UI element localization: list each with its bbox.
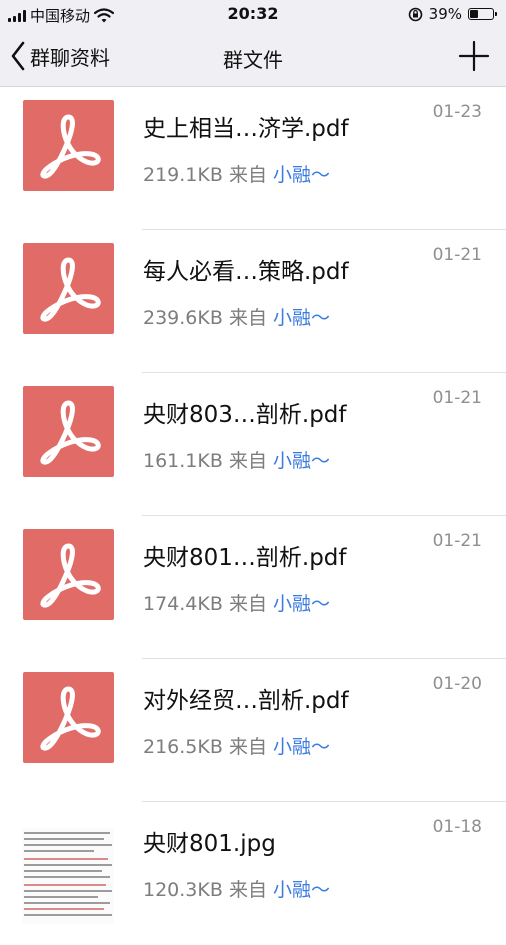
file-meta: 216.5KB 来自 小融～ xyxy=(143,732,330,759)
file-row[interactable]: 每人必看…策略.pdf 239.6KB 来自 小融～ 01-21 xyxy=(0,230,506,373)
from-label: 来自 xyxy=(228,164,267,186)
file-meta: 161.1KB 来自 小融～ xyxy=(143,446,330,473)
file-name: 央财801.jpg xyxy=(143,831,276,857)
file-name: 央财801…剖析.pdf xyxy=(143,545,347,571)
status-bar: 中国移动 20:32 39% xyxy=(0,0,506,28)
file-size: 161.1KB xyxy=(143,450,223,472)
file-name: 央财803…剖析.pdf xyxy=(143,402,347,428)
sender-link[interactable]: 小融～ xyxy=(273,450,330,472)
acrobat-pdf-icon xyxy=(23,100,114,191)
file-meta: 174.4KB 来自 小融～ xyxy=(143,589,330,616)
file-name: 史上相当…济学.pdf xyxy=(143,116,349,142)
acrobat-pdf-icon xyxy=(23,386,114,477)
nav-bar: 群聊资料 群文件 xyxy=(0,28,506,87)
image-thumbnail xyxy=(22,828,114,924)
sender-link[interactable]: 小融～ xyxy=(273,879,330,901)
file-date: 01-18 xyxy=(432,817,482,837)
file-row[interactable]: 央财803…剖析.pdf 161.1KB 来自 小融～ 01-21 xyxy=(0,373,506,516)
from-label: 来自 xyxy=(228,879,267,901)
sender-link[interactable]: 小融～ xyxy=(273,307,330,329)
sender-link[interactable]: 小融～ xyxy=(273,593,330,615)
status-right: 39% xyxy=(408,5,497,23)
file-size: 239.6KB xyxy=(143,307,223,329)
file-row[interactable]: 央财801.jpg 120.3KB 来自 小融～ 01-18 xyxy=(0,802,506,945)
file-row[interactable]: 央财801…剖析.pdf 174.4KB 来自 小融～ 01-21 xyxy=(0,516,506,659)
file-date: 01-21 xyxy=(432,245,482,265)
rotation-lock-icon xyxy=(408,7,422,21)
page-title: 群文件 xyxy=(223,48,283,72)
file-meta: 219.1KB 来自 小融～ xyxy=(143,160,330,187)
from-label: 来自 xyxy=(228,307,267,329)
file-size: 219.1KB xyxy=(143,164,223,186)
file-size: 120.3KB xyxy=(143,879,223,901)
plus-icon[interactable] xyxy=(458,40,490,72)
sender-link[interactable]: 小融～ xyxy=(273,164,330,186)
file-date: 01-21 xyxy=(432,531,482,551)
file-meta: 120.3KB 来自 小融～ xyxy=(143,875,330,902)
sender-link[interactable]: 小融～ xyxy=(273,736,330,758)
file-size: 216.5KB xyxy=(143,736,223,758)
file-row[interactable]: 对外经贸…剖析.pdf 216.5KB 来自 小融～ 01-20 xyxy=(0,659,506,802)
file-size: 174.4KB xyxy=(143,593,223,615)
file-list: 史上相当…济学.pdf 219.1KB 来自 小融～ 01-23 每人必看…策略… xyxy=(0,87,506,945)
from-label: 来自 xyxy=(228,593,267,615)
file-date: 01-20 xyxy=(432,674,482,694)
acrobat-pdf-icon xyxy=(23,529,114,620)
acrobat-pdf-icon xyxy=(23,672,114,763)
battery-icon xyxy=(468,8,497,20)
file-date: 01-21 xyxy=(432,388,482,408)
file-meta: 239.6KB 来自 小融～ xyxy=(143,303,330,330)
file-name: 对外经贸…剖析.pdf xyxy=(143,688,349,714)
file-row[interactable]: 史上相当…济学.pdf 219.1KB 来自 小融～ 01-23 xyxy=(0,87,506,230)
from-label: 来自 xyxy=(228,736,267,758)
battery-percent: 39% xyxy=(428,5,462,23)
from-label: 来自 xyxy=(228,450,267,472)
file-date: 01-23 xyxy=(432,102,482,122)
file-name: 每人必看…策略.pdf xyxy=(143,259,349,285)
acrobat-pdf-icon xyxy=(23,243,114,334)
battery-fill xyxy=(470,10,478,18)
